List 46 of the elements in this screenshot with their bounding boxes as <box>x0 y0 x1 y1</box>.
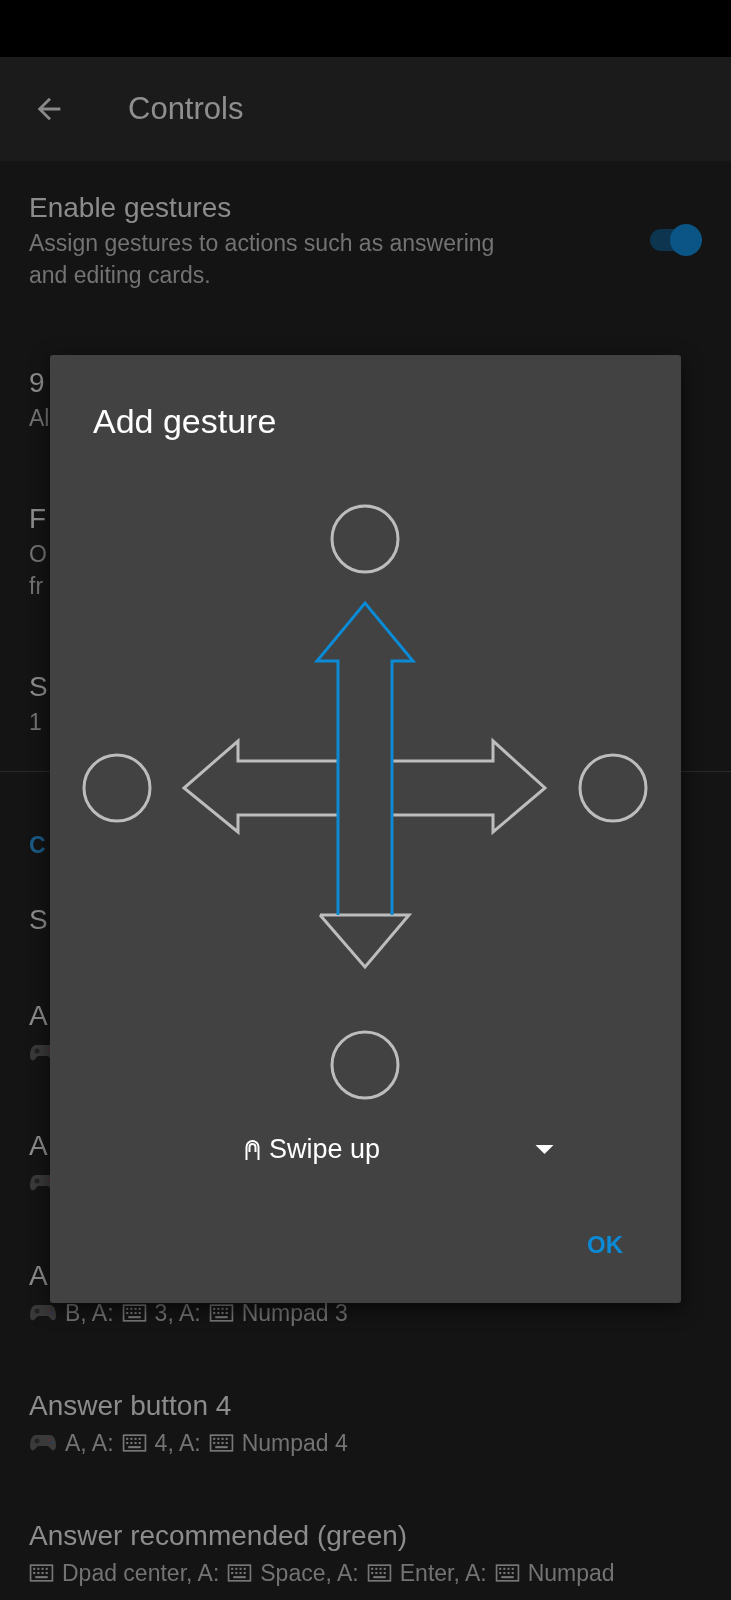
touch-icon <box>244 1138 261 1161</box>
dialog-title: Add gesture <box>93 401 277 441</box>
keyboard-icon <box>121 1302 147 1324</box>
keyboard-icon <box>208 1432 234 1454</box>
setting-title[interactable]: A <box>29 1127 48 1165</box>
gesture-dropdown[interactable]: Swipe up <box>244 1130 554 1169</box>
binding-text: Numpad 3 <box>241 1299 348 1327</box>
setting-title[interactable]: A <box>29 997 48 1035</box>
down-arrow-icon[interactable] <box>316 913 413 970</box>
setting-summary: O <box>29 540 47 569</box>
tap-target[interactable] <box>330 504 400 574</box>
setting-title[interactable]: Answer button 4 <box>29 1387 232 1425</box>
setting-summary: Al <box>29 404 50 433</box>
tap-target[interactable] <box>330 1030 400 1100</box>
setting-title[interactable]: S <box>29 668 48 706</box>
binding-text: Enter, A: <box>399 1559 487 1587</box>
binding-text: Space, A: <box>260 1559 359 1587</box>
keyboard-icon <box>227 1562 253 1584</box>
screen-title: Controls <box>128 91 244 127</box>
caret-icon <box>535 1145 554 1154</box>
category-header: C <box>28 831 47 860</box>
binding-text: Dpad center, A: <box>62 1559 220 1587</box>
setting-summary: fr <box>29 572 44 601</box>
setting-summary: and editing cards. <box>29 261 211 290</box>
setting-title[interactable]: S <box>29 901 48 939</box>
setting-title[interactable]: A <box>29 1257 48 1295</box>
keyboard-icon <box>29 1562 54 1584</box>
setting-title[interactable]: Enable gestures <box>29 189 232 227</box>
keyboard-icon <box>366 1562 392 1584</box>
binding-text: B, A: <box>65 1299 114 1327</box>
keyboard-icon <box>121 1432 147 1454</box>
setting-summary: Assign gestures to actions such as answering <box>29 229 495 258</box>
binding-text: Numpad 4 <box>241 1429 348 1457</box>
tap-target[interactable] <box>82 753 152 823</box>
tap-target[interactable] <box>578 753 648 823</box>
binding-text: 4, A: <box>154 1429 201 1457</box>
setting-title[interactable]: F <box>29 500 47 538</box>
ok-button[interactable]: OK <box>583 1223 627 1267</box>
binding-text: Numpad <box>527 1559 615 1587</box>
setting-title[interactable]: 9 <box>29 364 45 402</box>
binding-text: A, A: <box>65 1429 114 1457</box>
setting-title[interactable]: Answer recommended (green) <box>29 1517 408 1555</box>
keyboard-icon <box>494 1562 520 1584</box>
keyboard-icon <box>208 1302 234 1324</box>
setting-summary: 1 <box>29 708 42 737</box>
binding-text: 3, A: <box>154 1299 201 1327</box>
